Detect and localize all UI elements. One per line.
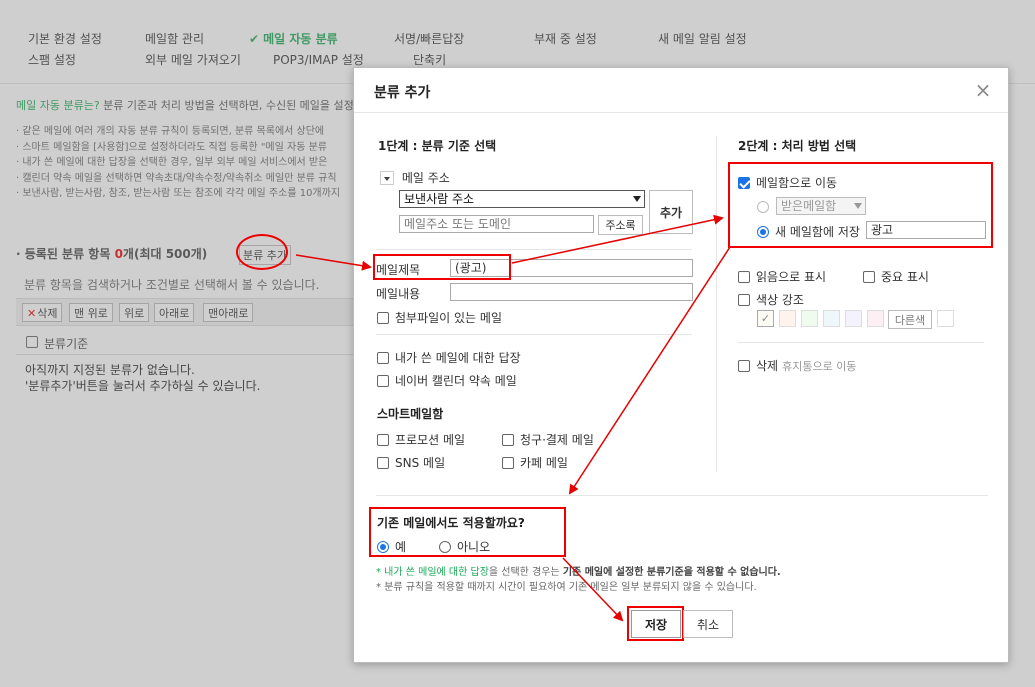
color-swatch[interactable] [937,310,954,327]
note-line-1: * 내가 쓴 메일에 대한 답장을 선택한 경우는 기존 메일에 설정한 분류기… [376,563,781,578]
new-mailbox-option[interactable]: 새 메일함에 저장 [757,223,860,240]
step2-title: 2단계 : 처리 방법 선택 [738,139,857,153]
color-swatch[interactable] [867,310,884,327]
apply-no-label: 아니오 [457,540,491,554]
smart-option-label: 카페 메일 [520,456,568,470]
apply-no-option[interactable]: 아니오 [439,538,490,555]
delete-checkbox[interactable] [738,359,750,372]
smart-option[interactable]: SNS 메일 [377,454,445,471]
annotation-circle [236,234,288,270]
calendar-option[interactable]: 네이버 캘린더 약속 메일 [377,372,517,389]
address-book-button[interactable]: 주소록 [598,215,643,235]
delete-sub-label: 휴지통으로 이동 [782,359,857,373]
color-checkbox[interactable] [738,293,750,306]
move-label: 메일함으로 이동 [756,176,838,190]
smart-checkbox[interactable] [502,456,514,469]
divider [716,136,717,472]
chevron-down-icon[interactable] [380,170,394,185]
color-swatch[interactable] [801,310,818,327]
other-color-button[interactable]: 다른색 [888,310,932,329]
apply-yes-radio[interactable] [377,540,389,553]
color-swatch[interactable] [845,310,862,327]
note-bold: 기존 메일에 설정한 분류기준을 적용할 수 없습니다. [562,567,781,578]
apply-yes-option[interactable]: 예 [377,538,406,555]
dialog-title: 분류 추가 [374,85,431,101]
smart-option[interactable]: 청구·결제 메일 [502,431,594,448]
add-category-dialog: 분류 추가 × 1단계 : 분류 기준 선택 메일 주소 보낸사람 주소 메일주… [353,67,1009,663]
close-icon[interactable]: × [974,80,992,100]
mark-read-checkbox[interactable] [738,270,750,283]
mark-read-option[interactable]: 읽음으로 표시 [738,268,826,285]
divider [376,495,988,496]
calendar-checkbox[interactable] [377,374,389,387]
divider [354,112,1008,113]
note-line-2: * 분류 규칙을 적용할 때까지 시간이 필요하여 기존 메일은 일부 분류되지… [376,582,757,593]
smart-option-label: 청구·결제 메일 [520,433,594,447]
smart-option-label: SNS 메일 [395,456,446,470]
color-option[interactable]: 색상 강조 [738,291,804,308]
apply-question: 기존 메일에서도 적용할까요? [377,516,525,530]
new-mailbox-radio[interactable] [757,225,769,238]
new-mailbox-label: 새 메일함에 저장 [775,225,860,239]
smart-checkbox[interactable] [502,433,514,446]
inbox-radio-option[interactable] [757,199,769,213]
smart-option[interactable]: 카페 메일 [502,454,568,471]
delete-option[interactable]: 삭제 휴지통으로 이동 [738,357,856,374]
smart-checkbox[interactable] [377,456,389,469]
annotation-box [373,254,511,280]
color-swatch[interactable]: ✓ [757,310,774,327]
save-button[interactable]: 저장 [631,610,681,638]
smart-checkbox[interactable] [377,433,389,446]
attachment-option[interactable]: 첨부파일이 있는 메일 [377,309,502,326]
reply-option[interactable]: 내가 쓴 메일에 대한 답장 [377,349,521,366]
chevron-down-icon [854,203,862,209]
reply-checkbox[interactable] [377,351,389,364]
divider [376,334,692,335]
mark-read-label: 읽음으로 표시 [756,270,827,284]
calendar-label: 네이버 캘린더 약속 메일 [395,374,517,388]
smart-option-label: 프로모션 메일 [395,433,466,447]
color-swatch[interactable] [779,310,796,327]
important-option[interactable]: 중요 표시 [863,268,929,285]
attachment-checkbox[interactable] [377,311,389,324]
inbox-radio[interactable] [757,200,769,213]
inbox-select[interactable]: 받은메일함 [776,197,866,215]
divider [738,342,984,343]
important-checkbox[interactable] [863,270,875,283]
note-text: 을 선택한 경우는 [488,567,563,578]
step1-title: 1단계 : 분류 기준 선택 [378,139,497,153]
divider [376,249,692,250]
attachment-label: 첨부파일이 있는 메일 [395,311,502,325]
delete-label: 삭제 [756,359,779,373]
color-swatch[interactable] [823,310,840,327]
important-label: 중요 표시 [881,270,929,284]
address-input[interactable]: 메일주소 또는 도메인 [399,215,594,233]
note-highlight: * 내가 쓴 메일에 대한 답장 [376,567,489,578]
cancel-button[interactable]: 취소 [683,610,733,638]
inbox-select-value: 받은메일함 [781,199,837,213]
move-checkbox[interactable] [738,176,750,189]
color-label: 색상 강조 [756,293,804,307]
move-to-mailbox-option[interactable]: 메일함으로 이동 [738,174,837,191]
new-mailbox-input[interactable]: 광고 [866,221,986,239]
mail-address-row: 메일 주소 [380,169,450,186]
body-input[interactable] [450,283,693,301]
reply-label: 내가 쓴 메일에 대한 답장 [395,351,521,365]
sender-select-value: 보낸사람 주소 [404,192,475,206]
add-address-button[interactable]: 추가 [649,190,693,234]
chevron-down-icon [633,196,641,202]
mail-address-label: 메일 주소 [401,171,450,185]
apply-no-radio[interactable] [439,540,451,553]
apply-yes-label: 예 [395,540,407,554]
sender-select[interactable]: 보낸사람 주소 [399,190,645,208]
smart-option[interactable]: 프로모션 메일 [377,431,465,448]
smart-mailbox-title: 스마트메일함 [377,407,444,421]
color-swatches: ✓ 다른색 [757,310,957,329]
body-label: 메일내용 [376,287,421,301]
